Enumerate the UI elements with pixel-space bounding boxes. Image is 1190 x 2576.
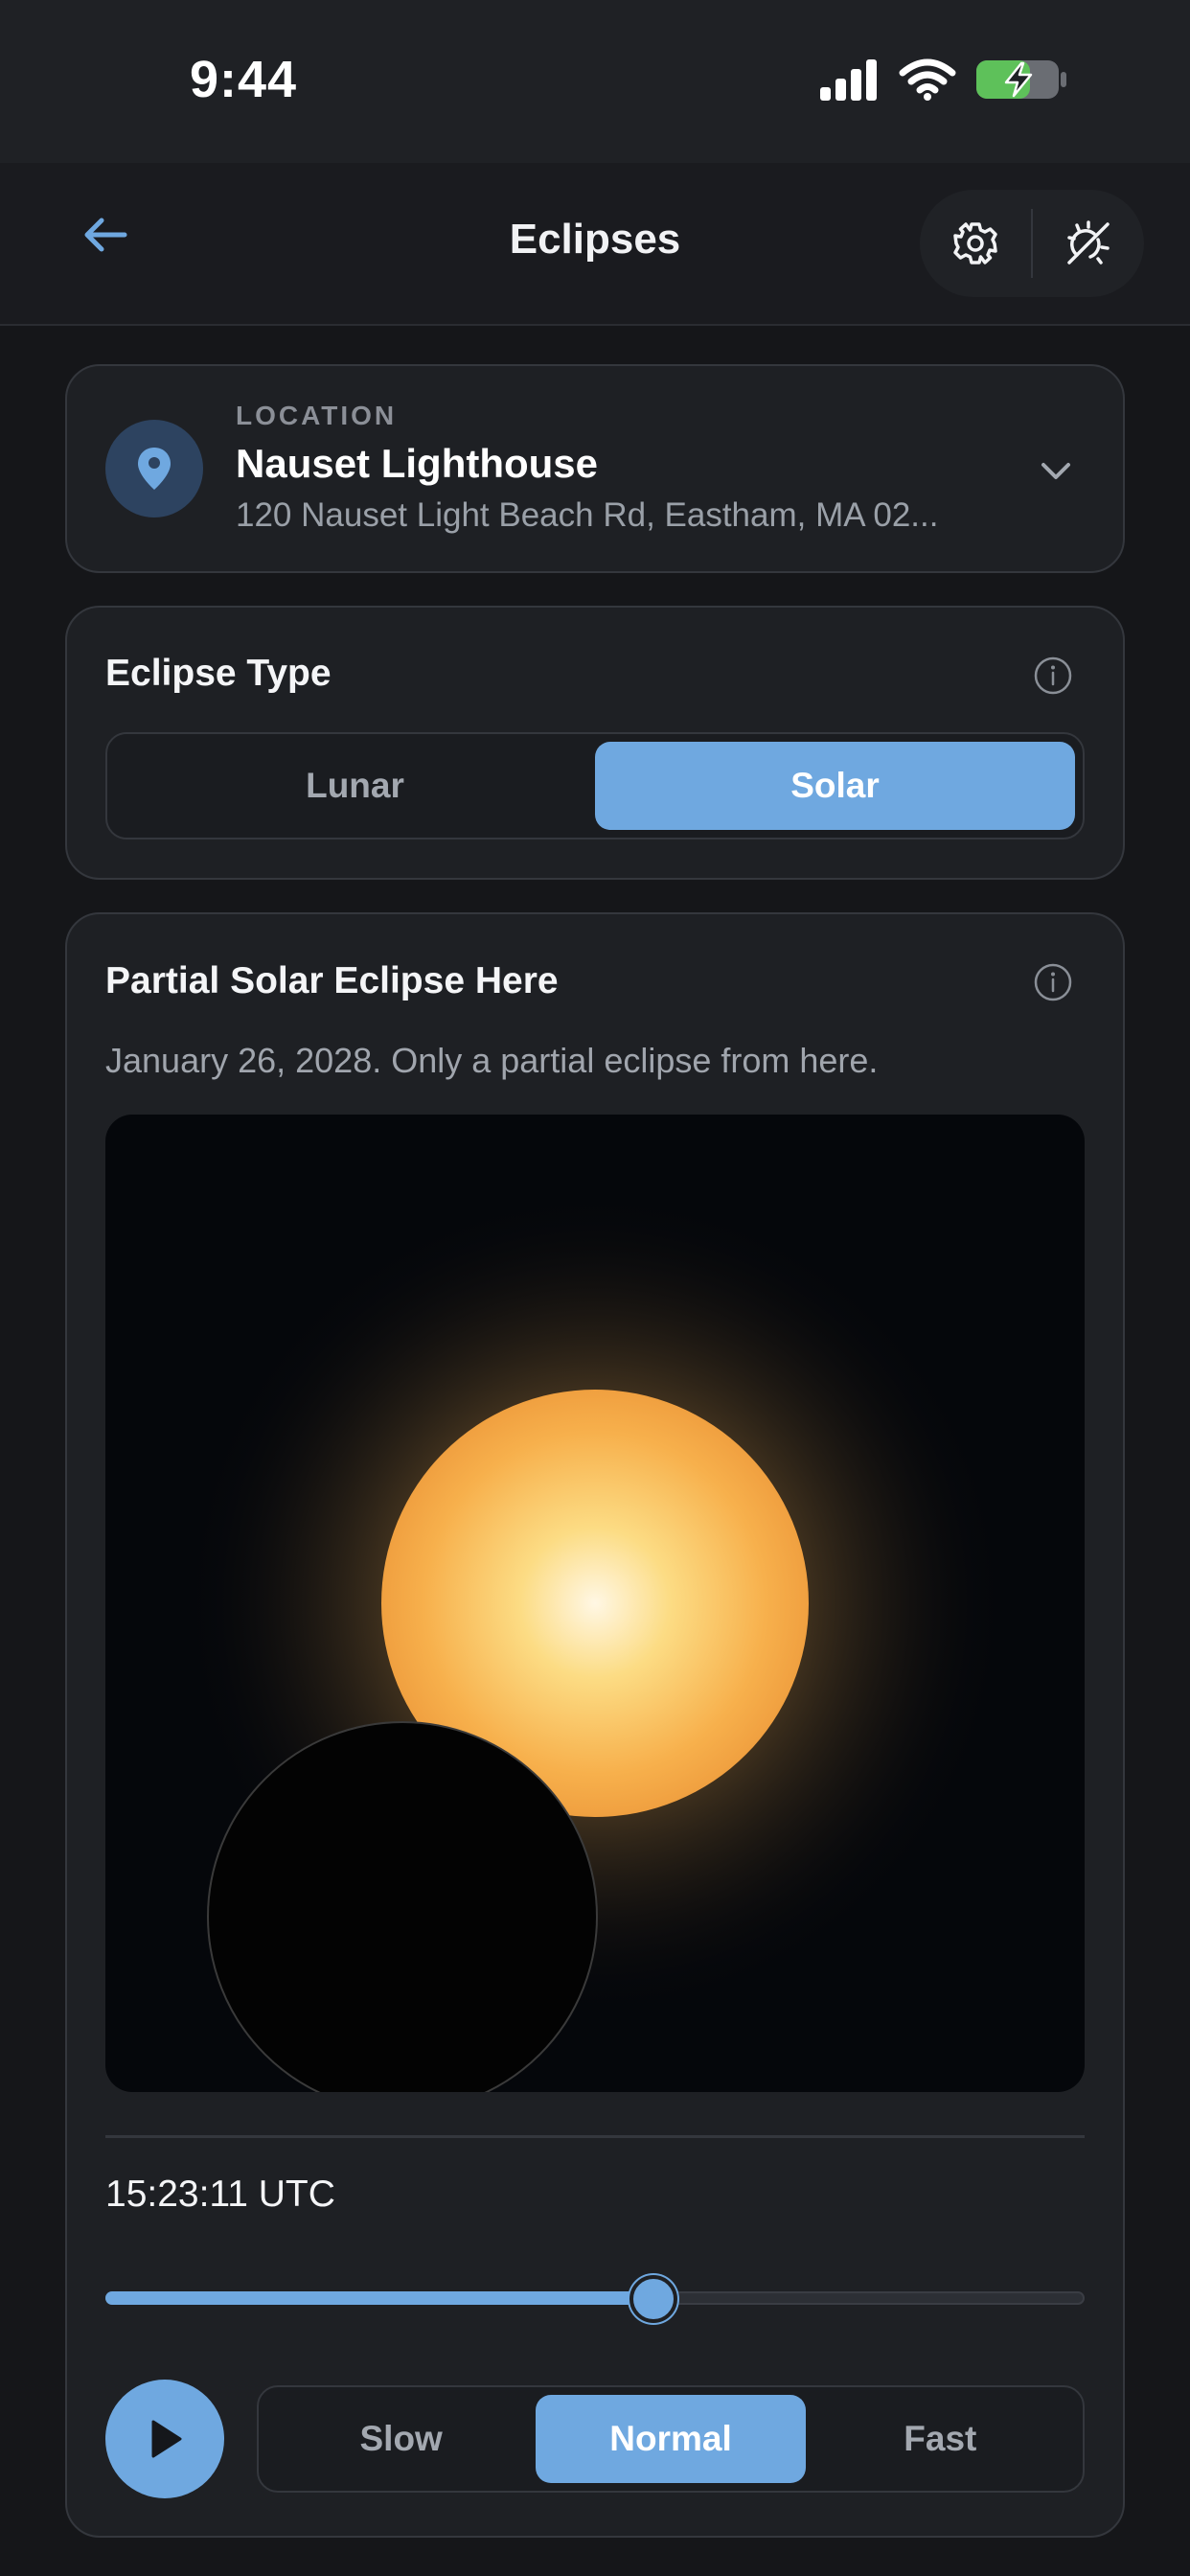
timeline-slider-thumb[interactable] bbox=[629, 2275, 678, 2323]
eclipse-type-segmented-control: Lunar Solar bbox=[105, 732, 1085, 840]
nav-actions bbox=[920, 190, 1144, 297]
daylight-toggle-button[interactable] bbox=[1033, 190, 1144, 297]
location-name: Nauset Lighthouse bbox=[236, 441, 599, 486]
wifi-icon bbox=[899, 58, 956, 101]
info-icon bbox=[1034, 656, 1072, 695]
location-avatar bbox=[105, 420, 203, 518]
signal-icon bbox=[820, 59, 877, 101]
play-icon bbox=[151, 2420, 182, 2458]
eclipse-time: 15:23:11 UTC bbox=[105, 2174, 335, 2215]
eclipse-scene bbox=[183, 1191, 1007, 2092]
segment-lunar[interactable]: Lunar bbox=[115, 742, 595, 830]
status-time: 9:44 bbox=[190, 51, 298, 108]
speed-segmented-control: Slow Normal Fast bbox=[257, 2385, 1085, 2493]
moon-disc bbox=[207, 1721, 598, 2092]
section-divider bbox=[105, 2135, 1085, 2138]
location-label: LOCATION bbox=[236, 401, 398, 430]
eclipse-title: Partial Solar Eclipse Here bbox=[105, 960, 559, 1001]
eclipse-info-button[interactable] bbox=[1033, 962, 1073, 1007]
play-button[interactable] bbox=[105, 2380, 224, 2498]
segment-solar[interactable]: Solar bbox=[595, 742, 1075, 830]
settings-button[interactable] bbox=[920, 190, 1031, 297]
location-address: 120 Nauset Light Beach Rd, Eastham, MA 0… bbox=[236, 496, 939, 534]
map-pin-icon bbox=[138, 448, 171, 490]
eclipse-type-info-button[interactable] bbox=[1033, 656, 1073, 701]
location-dropdown-toggle[interactable] bbox=[1035, 450, 1077, 493]
status-icons bbox=[818, 58, 1067, 102]
speed-fast[interactable]: Fast bbox=[806, 2395, 1075, 2483]
info-icon bbox=[1034, 963, 1072, 1001]
battery-charging-icon bbox=[976, 60, 1066, 99]
eclipse-visualization bbox=[105, 1115, 1085, 2092]
chevron-down-icon bbox=[1041, 463, 1070, 479]
eclipse-type-title: Eclipse Type bbox=[105, 653, 332, 694]
speed-slow[interactable]: Slow bbox=[266, 2395, 536, 2483]
speed-normal[interactable]: Normal bbox=[536, 2395, 806, 2483]
gear-icon bbox=[953, 222, 997, 264]
eclipse-description: January 26, 2028. Only a partial eclipse… bbox=[105, 1041, 879, 1080]
sun-off-icon bbox=[1067, 220, 1110, 264]
timeline-slider-fill bbox=[105, 2291, 654, 2305]
